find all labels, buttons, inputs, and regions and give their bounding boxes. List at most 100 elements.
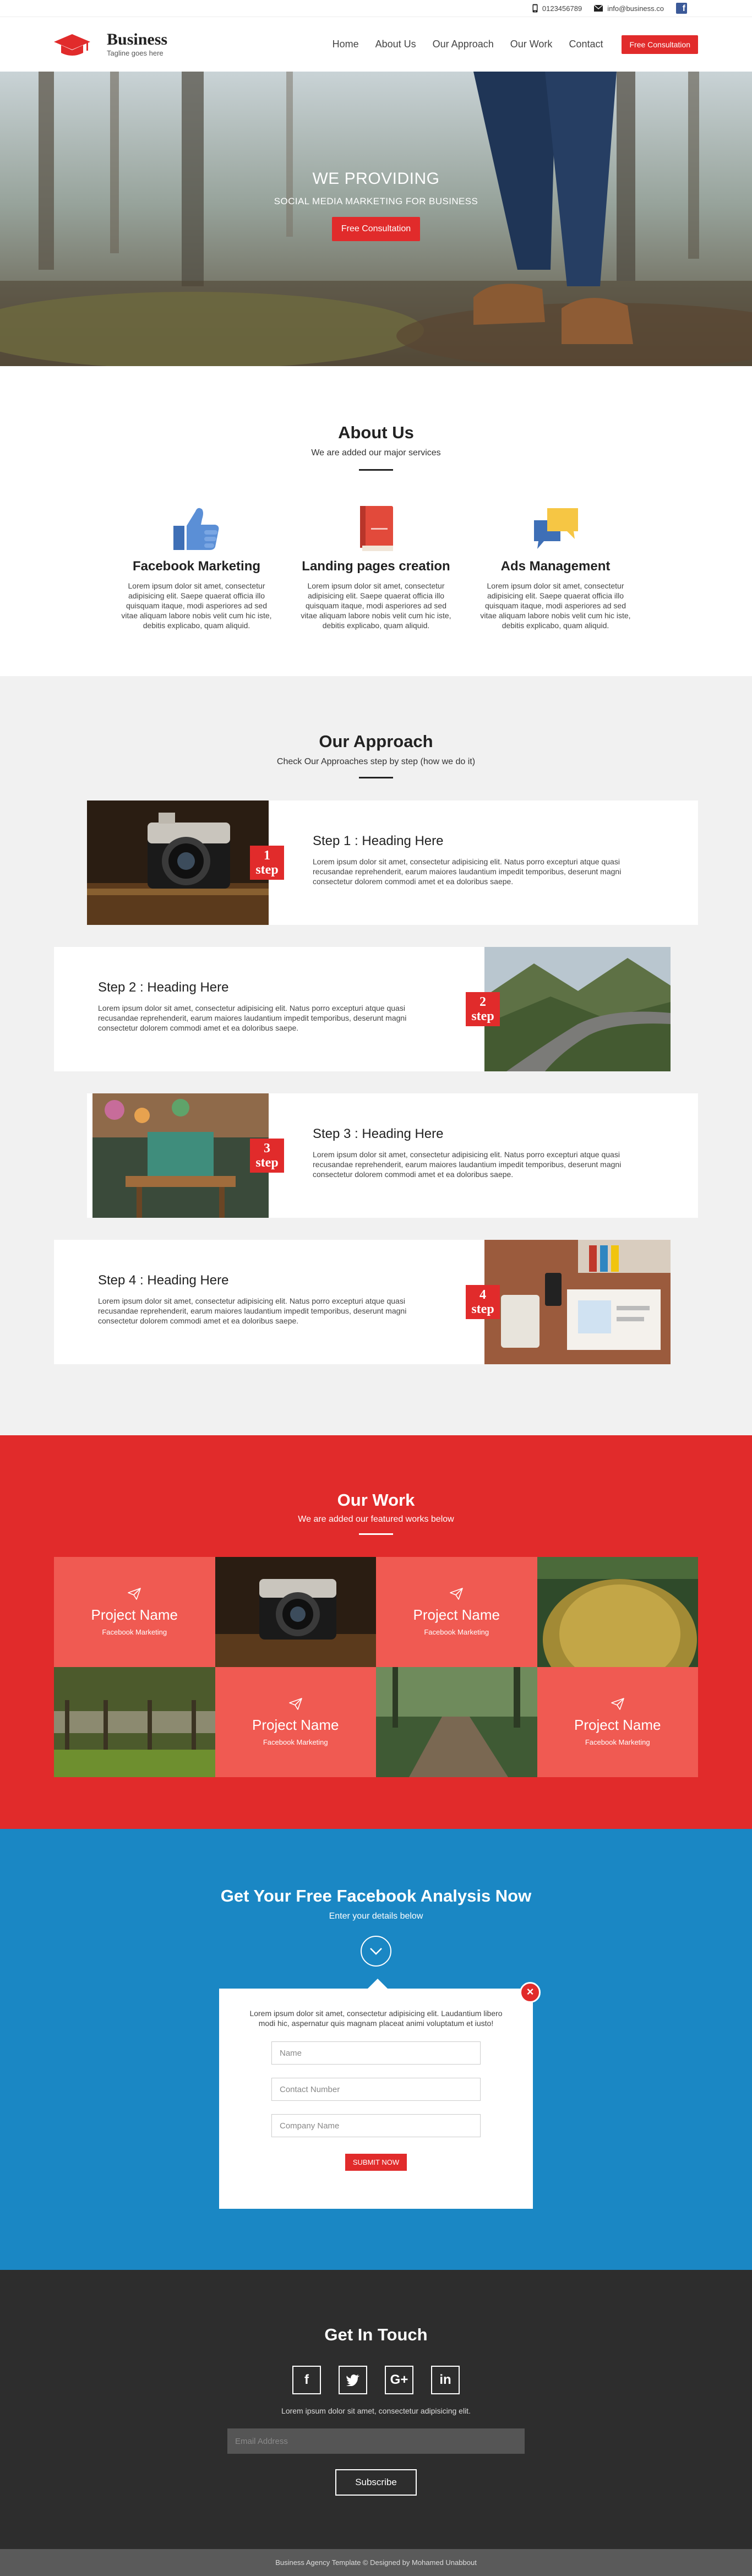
about-subtitle: We are added our major services	[311, 448, 441, 458]
service-card: Landing pages creation Lorem ipsum dolor…	[298, 503, 454, 630]
step-badge: 3 step	[250, 1139, 284, 1173]
service-description: Lorem ipsum dolor sit amet, consectetur …	[121, 581, 272, 630]
step-description: Lorem ipsum dolor sit amet, consectetur …	[313, 1150, 622, 1179]
step-heading: Step 2 : Heading Here	[98, 980, 229, 995]
close-icon[interactable]: ×	[520, 1982, 541, 2003]
google-plus-icon[interactable]: G+	[385, 2366, 413, 2394]
contact-note: Lorem ipsum dolor sit amet, consectetur …	[281, 2406, 471, 2415]
project-title: Project Name	[413, 1606, 500, 1623]
company-name-field[interactable]	[271, 2114, 481, 2137]
facebook-link[interactable]: f	[676, 3, 687, 14]
step-label: step	[471, 1009, 494, 1023]
about-title: About Us	[338, 423, 414, 442]
step-description: Lorem ipsum dolor sit amet, consectetur …	[98, 1297, 407, 1325]
hero-banner: WE PROVIDING SOCIAL MEDIA MARKETING FOR …	[0, 72, 752, 366]
desk-photo	[484, 1240, 671, 1364]
hero-free-consultation-button[interactable]: Free Consultation	[331, 217, 421, 241]
top-contact-bar: 0123456789 info@business.co f	[0, 0, 752, 17]
service-card: Ads Management Lorem ipsum dolor sit ame…	[478, 503, 633, 630]
project-title: Project Name	[252, 1717, 339, 1733]
nav-about-us[interactable]: About Us	[375, 39, 416, 50]
phone-number: 0123456789	[542, 4, 582, 13]
analysis-title: Get Your Free Facebook Analysis Now	[220, 1886, 532, 1905]
main-nav: Home About Us Our Approach Our Work Cont…	[316, 35, 698, 54]
project-tile[interactable]: Project Name Facebook Marketing	[537, 1667, 698, 1777]
project-category: Facebook Marketing	[102, 1628, 167, 1636]
step-number: 2	[479, 995, 486, 1009]
nav-home[interactable]: Home	[333, 39, 359, 50]
project-tile[interactable]: Project Name Facebook Marketing	[54, 1557, 215, 1667]
approach-step: Step 2 : Heading Here Lorem ipsum dolor …	[54, 947, 671, 1071]
step-description: Lorem ipsum dolor sit amet, consectetur …	[98, 1004, 407, 1032]
chat-bubbles-icon	[534, 508, 578, 549]
project-image-moss[interactable]	[537, 1557, 698, 1667]
facebook-icon: f	[676, 3, 687, 14]
project-title: Project Name	[574, 1717, 661, 1733]
step-heading: Step 4 : Heading Here	[98, 1273, 229, 1288]
brand-tagline: Tagline goes here	[107, 49, 164, 57]
graduation-cap-icon	[54, 34, 90, 56]
form-description: Lorem ipsum dolor sit amet, consectetur …	[249, 2009, 503, 2028]
camera-photo	[87, 800, 269, 925]
copyright-text: Business Agency Template © Designed by M…	[275, 2558, 477, 2567]
brand-name: Business	[107, 30, 168, 48]
approach-subtitle: Check Our Approaches step by step (how w…	[276, 757, 476, 766]
step-badge: 1 step	[250, 846, 284, 880]
subscribe-button[interactable]: Subscribe	[335, 2469, 417, 2496]
work-title: Our Work	[337, 1490, 415, 1510]
envelope-icon	[594, 5, 603, 12]
contact-section: Get In Touch f G+ in Lorem ipsum dolor s…	[0, 2270, 752, 2549]
project-title: Project Name	[91, 1606, 178, 1623]
thumbs-up-icon	[173, 508, 219, 550]
service-title: Facebook Marketing	[132, 559, 261, 574]
approach-step: 3 step Step 3 : Heading Here Lorem ipsum…	[87, 1093, 698, 1218]
chevron-down-icon[interactable]	[361, 1936, 391, 1967]
project-image-bridge[interactable]	[54, 1667, 215, 1777]
service-title: Landing pages creation	[302, 559, 450, 574]
paper-plane-icon	[611, 1698, 624, 1710]
email-contact[interactable]: info@business.co	[594, 4, 664, 13]
project-image-forest-path[interactable]	[376, 1667, 537, 1777]
facebook-icon[interactable]: f	[292, 2366, 321, 2394]
nav-our-approach[interactable]: Our Approach	[433, 39, 494, 50]
nav-contact[interactable]: Contact	[569, 39, 603, 50]
site-header: Business Tagline goes here Home About Us…	[0, 17, 752, 72]
book-icon	[360, 506, 393, 551]
analysis-form: × Lorem ipsum dolor sit amet, consectetu…	[219, 1979, 541, 2209]
paper-plane-icon	[450, 1588, 464, 1600]
phone-contact[interactable]: 0123456789	[532, 4, 582, 13]
contact-title: Get In Touch	[324, 2325, 428, 2344]
paper-plane-icon	[288, 1698, 302, 1710]
project-tile[interactable]: Project Name Facebook Marketing	[376, 1557, 537, 1667]
work-subtitle: We are added our featured works below	[298, 1515, 454, 1524]
mountain-road-photo	[484, 947, 671, 1071]
hero-subtitle: SOCIAL MEDIA MARKETING FOR BUSINESS	[274, 196, 478, 206]
name-field[interactable]	[271, 2041, 481, 2065]
header-free-consultation-button[interactable]: Free Consultation	[622, 35, 698, 54]
email-field[interactable]	[227, 2428, 525, 2454]
approach-step: 1 step Step 1 : Heading Here Lorem ipsum…	[87, 800, 698, 925]
portfolio-grid: Project Name Facebook Marketing Project …	[54, 1557, 698, 1777]
twitter-icon[interactable]	[339, 2366, 367, 2394]
contact-number-field[interactable]	[271, 2078, 481, 2101]
service-card: Facebook Marketing Lorem ipsum dolor sit…	[119, 503, 274, 630]
project-category: Facebook Marketing	[424, 1628, 489, 1636]
nav-our-work[interactable]: Our Work	[510, 39, 553, 50]
step-badge: 4 step	[466, 1285, 500, 1319]
step-number: 3	[264, 1141, 270, 1156]
step-heading: Step 3 : Heading Here	[313, 1126, 444, 1141]
step-number: 1	[264, 848, 270, 863]
submit-button[interactable]: SUBMIT NOW	[345, 2154, 407, 2171]
project-image-camera[interactable]	[215, 1557, 376, 1667]
approach-title: Our Approach	[319, 732, 433, 751]
project-tile[interactable]: Project Name Facebook Marketing	[215, 1667, 376, 1777]
about-divider	[359, 469, 393, 471]
hero-title: WE PROVIDING	[312, 170, 440, 188]
linkedin-icon[interactable]: in	[431, 2366, 460, 2394]
cafe-photo	[92, 1093, 269, 1218]
about-section: About Us We are added our major services…	[0, 366, 752, 676]
work-section: Our Work We are added our featured works…	[0, 1435, 752, 1829]
phone-icon	[532, 4, 538, 13]
brand-logo[interactable]: Business Tagline goes here	[54, 31, 167, 57]
step-description: Lorem ipsum dolor sit amet, consectetur …	[313, 857, 622, 886]
